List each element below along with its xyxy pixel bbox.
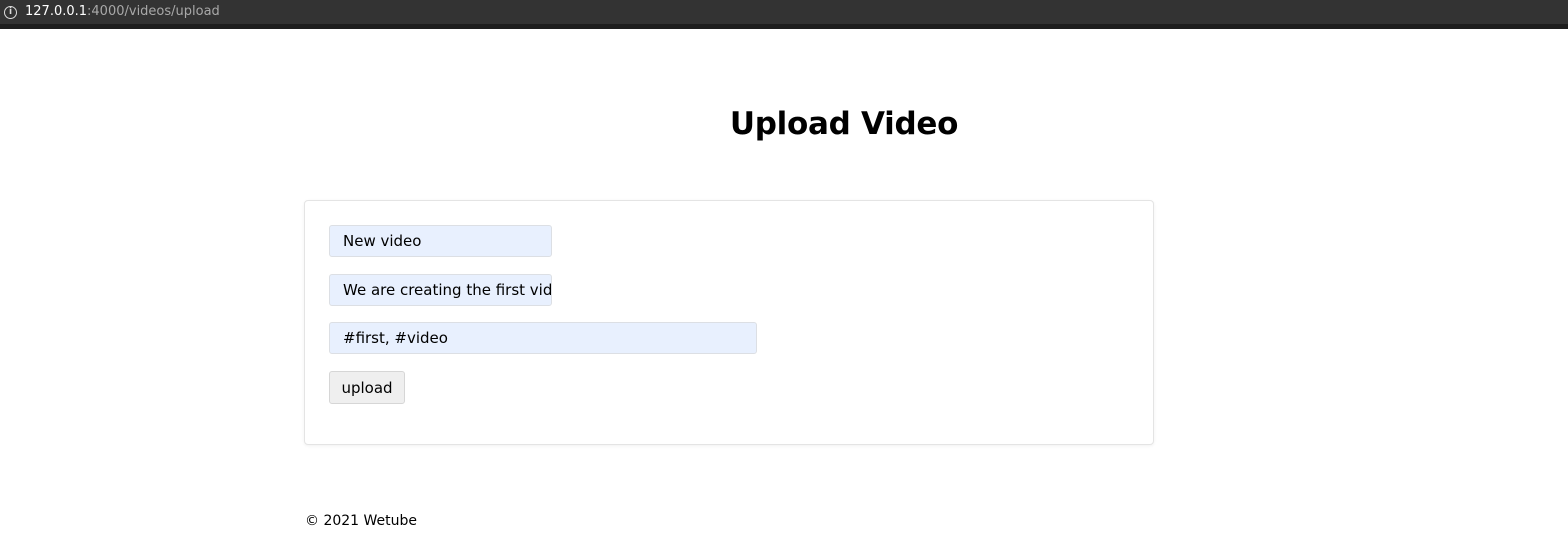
- info-icon[interactable]: i: [4, 5, 17, 19]
- upload-form: upload: [304, 200, 1154, 445]
- hashtags-input[interactable]: [329, 322, 757, 354]
- upload-button[interactable]: upload: [329, 371, 405, 404]
- url-host: 127.0.0.1: [25, 4, 88, 19]
- description-input[interactable]: [329, 274, 552, 306]
- footer-copyright: © 2021 Wetube: [305, 513, 418, 529]
- url-field[interactable]: 127.0.0.1:4000/videos/upload: [25, 2, 220, 22]
- browser-toolbar-divider: [0, 24, 1568, 29]
- browser-address-bar: i 127.0.0.1:4000/videos/upload: [0, 0, 1568, 24]
- page-title: Upload Video: [729, 106, 959, 142]
- title-input[interactable]: [329, 225, 552, 257]
- url-path: :4000/videos/upload: [87, 4, 220, 19]
